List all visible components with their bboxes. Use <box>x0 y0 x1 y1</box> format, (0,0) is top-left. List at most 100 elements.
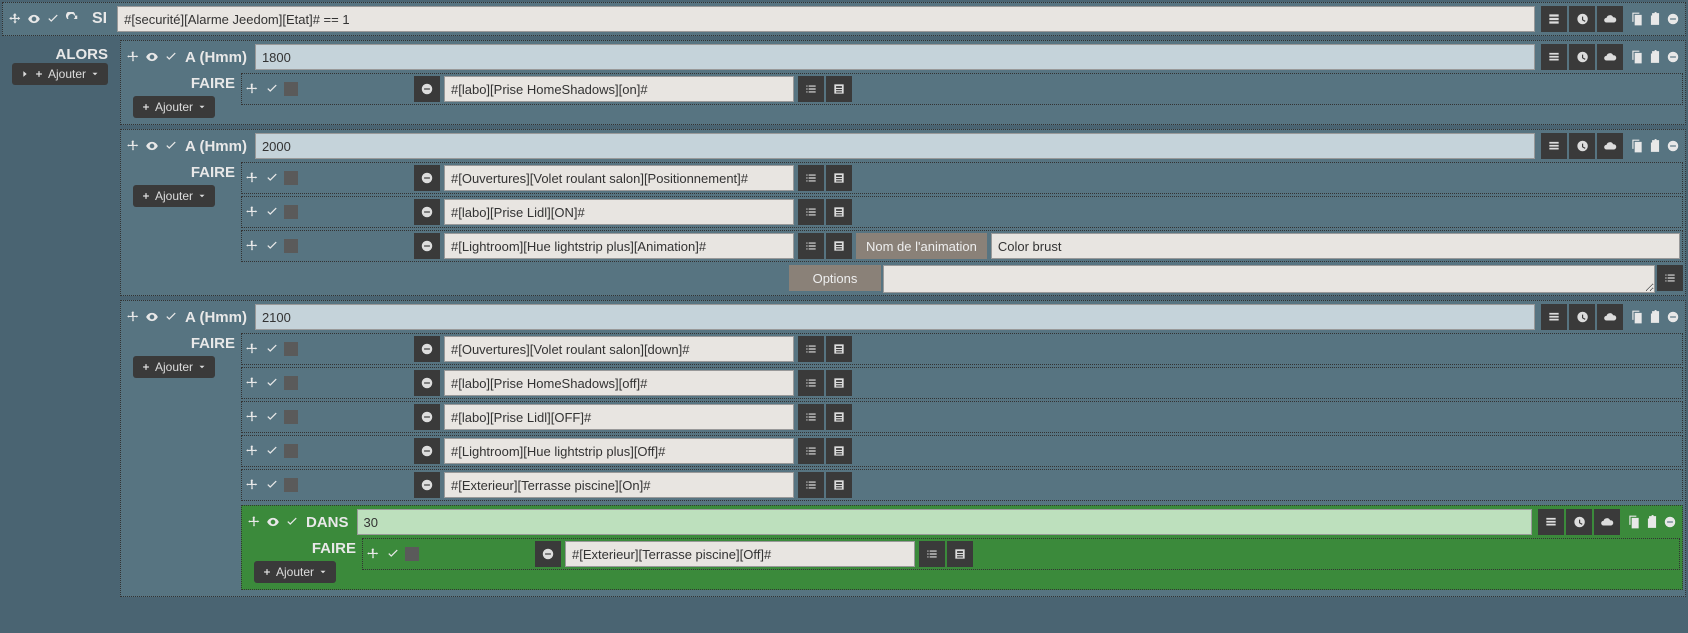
a-time-input[interactable] <box>255 133 1535 159</box>
toggle-square[interactable] <box>284 205 298 219</box>
list-icon[interactable] <box>798 76 824 102</box>
remove-icon[interactable] <box>1665 49 1681 65</box>
check-icon[interactable] <box>163 309 179 325</box>
detail-icon[interactable] <box>826 76 852 102</box>
detail-icon[interactable] <box>826 336 852 362</box>
check-icon[interactable] <box>264 204 280 220</box>
detail-icon[interactable] <box>826 404 852 430</box>
remove-icon[interactable] <box>1665 138 1681 154</box>
toggle-square[interactable] <box>284 410 298 424</box>
action-command-input[interactable] <box>444 233 794 259</box>
check-icon[interactable] <box>264 477 280 493</box>
remove-icon[interactable] <box>1665 11 1681 27</box>
paste-icon[interactable] <box>1647 49 1663 65</box>
detail-icon[interactable] <box>826 438 852 464</box>
list-icon[interactable] <box>798 199 824 225</box>
options-textarea[interactable] <box>883 265 1655 293</box>
history-icon[interactable] <box>1569 304 1595 330</box>
check-icon[interactable] <box>264 81 280 97</box>
cloud-icon[interactable] <box>1597 133 1623 159</box>
remove-icon[interactable] <box>1662 514 1678 530</box>
list-icon[interactable] <box>798 370 824 396</box>
remove-action-icon[interactable] <box>414 199 440 225</box>
drag-handle-icon[interactable] <box>246 514 262 530</box>
ajouter-button[interactable]: Ajouter <box>254 561 336 583</box>
drag-handle-icon[interactable] <box>365 546 381 562</box>
history-icon[interactable] <box>1569 6 1595 32</box>
list-icon[interactable] <box>919 541 945 567</box>
drag-handle-icon[interactable] <box>244 375 260 391</box>
detail-icon[interactable] <box>826 165 852 191</box>
paste-icon[interactable] <box>1647 138 1663 154</box>
cloud-icon[interactable] <box>1594 509 1620 535</box>
si-condition-input[interactable] <box>117 6 1535 32</box>
remove-action-icon[interactable] <box>414 370 440 396</box>
check-icon[interactable] <box>264 341 280 357</box>
eye-icon[interactable] <box>26 11 42 27</box>
edit-icon[interactable] <box>1538 509 1564 535</box>
edit-icon[interactable] <box>1541 304 1567 330</box>
check-icon[interactable] <box>385 546 401 562</box>
paste-icon[interactable] <box>1647 11 1663 27</box>
remove-action-icon[interactable] <box>414 76 440 102</box>
drag-handle-icon[interactable] <box>125 49 141 65</box>
ajouter-button[interactable]: Ajouter <box>133 356 215 378</box>
drag-handle-icon[interactable] <box>244 204 260 220</box>
action-command-input[interactable] <box>444 165 794 191</box>
check-icon[interactable] <box>264 443 280 459</box>
check-icon[interactable] <box>163 138 179 154</box>
action-command-input[interactable] <box>444 370 794 396</box>
edit-icon[interactable] <box>1541 6 1567 32</box>
check-icon[interactable] <box>45 11 61 27</box>
list-icon[interactable] <box>1657 265 1683 291</box>
eye-icon[interactable] <box>144 138 160 154</box>
refresh-icon[interactable] <box>64 11 80 27</box>
cloud-icon[interactable] <box>1597 6 1623 32</box>
action-command-input[interactable] <box>444 199 794 225</box>
list-icon[interactable] <box>798 336 824 362</box>
eye-icon[interactable] <box>144 49 160 65</box>
drag-handle-icon[interactable] <box>244 341 260 357</box>
remove-action-icon[interactable] <box>414 472 440 498</box>
drag-handle-icon[interactable] <box>244 81 260 97</box>
remove-action-icon[interactable] <box>414 404 440 430</box>
drag-handle-icon[interactable] <box>7 11 23 27</box>
check-icon[interactable] <box>264 238 280 254</box>
list-icon[interactable] <box>798 472 824 498</box>
detail-icon[interactable] <box>947 541 973 567</box>
drag-handle-icon[interactable] <box>125 309 141 325</box>
remove-action-icon[interactable] <box>414 438 440 464</box>
action-command-input[interactable] <box>444 438 794 464</box>
action-command-input[interactable] <box>565 541 915 567</box>
history-icon[interactable] <box>1569 133 1595 159</box>
ajouter-button[interactable]: Ajouter <box>133 96 215 118</box>
check-icon[interactable] <box>163 49 179 65</box>
cloud-icon[interactable] <box>1597 304 1623 330</box>
list-icon[interactable] <box>798 438 824 464</box>
drag-handle-icon[interactable] <box>125 138 141 154</box>
dans-delay-input[interactable] <box>357 509 1532 535</box>
action-command-input[interactable] <box>444 76 794 102</box>
check-icon[interactable] <box>284 514 300 530</box>
toggle-square[interactable] <box>284 82 298 96</box>
eye-icon[interactable] <box>265 514 281 530</box>
drag-handle-icon[interactable] <box>244 477 260 493</box>
toggle-square[interactable] <box>284 342 298 356</box>
action-command-input[interactable] <box>444 336 794 362</box>
detail-icon[interactable] <box>826 472 852 498</box>
toggle-square[interactable] <box>284 239 298 253</box>
a-time-input[interactable] <box>255 304 1535 330</box>
remove-action-icon[interactable] <box>535 541 561 567</box>
copy-icon[interactable] <box>1629 49 1645 65</box>
toggle-square[interactable] <box>284 444 298 458</box>
toggle-square[interactable] <box>284 376 298 390</box>
ajouter-button[interactable]: Ajouter <box>133 185 215 207</box>
check-icon[interactable] <box>264 409 280 425</box>
remove-icon[interactable] <box>1665 309 1681 325</box>
list-icon[interactable] <box>798 404 824 430</box>
drag-handle-icon[interactable] <box>244 443 260 459</box>
toggle-square[interactable] <box>405 547 419 561</box>
paste-icon[interactable] <box>1644 514 1660 530</box>
list-icon[interactable] <box>798 233 824 259</box>
remove-action-icon[interactable] <box>414 165 440 191</box>
